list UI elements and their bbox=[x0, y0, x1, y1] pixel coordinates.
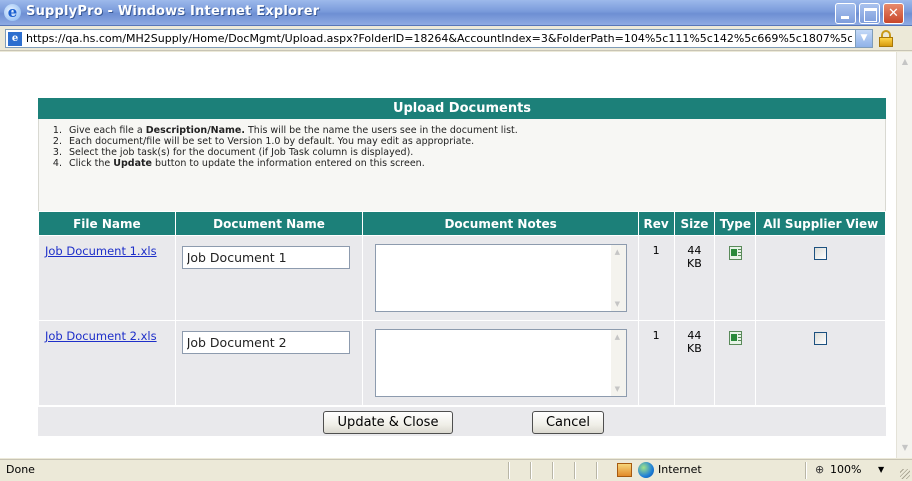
file-link[interactable]: Job Document 1.xls bbox=[45, 244, 157, 258]
all-supplier-view-checkbox[interactable] bbox=[814, 247, 828, 260]
size-cell: 44 KB bbox=[673, 235, 716, 321]
table-row: Job Document 2.xls ▲▼ 1 44 KB bbox=[38, 320, 886, 406]
document-notes-cell: ▲ ▼ bbox=[362, 235, 639, 321]
rev-cell: 1 bbox=[637, 235, 675, 321]
size-cell: 44 KB bbox=[673, 320, 716, 406]
window-title: SupplyPro - Windows Internet Explorer bbox=[26, 4, 320, 19]
button-bar: Update & Close Cancel bbox=[38, 406, 886, 436]
header-rev: Rev bbox=[637, 211, 675, 236]
internet-explorer-icon: e bbox=[4, 4, 21, 21]
notes-scrollbar[interactable]: ▲ ▼ bbox=[610, 330, 626, 396]
header-file-name: File Name bbox=[38, 211, 176, 236]
notes-scrollbar[interactable]: ▲ ▼ bbox=[610, 245, 626, 311]
address-url[interactable]: https://qa.hs.com/MH2Supply/Home/DocMgmt… bbox=[26, 32, 852, 45]
header-document-name: Document Name bbox=[174, 211, 364, 236]
scroll-up-icon[interactable]: ▲ bbox=[897, 54, 912, 70]
rev-cell: 1 bbox=[637, 320, 675, 406]
header-type: Type bbox=[714, 211, 757, 236]
protected-mode-icon[interactable] bbox=[617, 463, 632, 477]
all-supplier-view-checkbox[interactable] bbox=[814, 332, 828, 345]
table-header-row: File Name Document Name Document Notes R… bbox=[38, 211, 886, 236]
excel-file-icon bbox=[728, 246, 742, 260]
table-row: Job Document 1.xls ▲▼ 1 44 KB bbox=[38, 235, 886, 321]
address-field[interactable]: e https://qa.hs.com/MH2Supply/Home/DocMg… bbox=[5, 29, 873, 48]
cancel-button[interactable]: Cancel bbox=[532, 411, 604, 434]
scroll-down-icon[interactable]: ▼ bbox=[897, 440, 912, 456]
status-bar: Done Internet ⊕ 100% ▼ bbox=[0, 459, 912, 481]
document-name-cell bbox=[174, 235, 364, 321]
status-text: Done bbox=[6, 463, 35, 476]
file-name-cell: Job Document 1.xls bbox=[38, 235, 176, 321]
all-supplier-view-cell bbox=[755, 235, 886, 321]
resize-grip[interactable] bbox=[900, 469, 910, 479]
document-name-input[interactable] bbox=[181, 331, 350, 354]
zoom-icon[interactable]: ⊕ bbox=[815, 460, 824, 480]
header-document-notes: Document Notes bbox=[362, 211, 639, 236]
instruction-item: Select the job task(s) for the document … bbox=[65, 147, 885, 158]
header-size: Size bbox=[673, 211, 716, 236]
security-zone-label: Internet bbox=[658, 463, 702, 476]
instruction-item: Give each file a Description/Name. This … bbox=[65, 125, 885, 136]
internet-zone-icon bbox=[638, 462, 654, 478]
zoom-dropdown-icon[interactable]: ▼ bbox=[878, 460, 884, 480]
page-viewport: Upload Documents Give each file a Descri… bbox=[0, 52, 896, 458]
minimize-button[interactable] bbox=[835, 3, 856, 24]
instruction-item: Each document/file will be set to Versio… bbox=[65, 136, 885, 147]
maximize-button[interactable] bbox=[859, 3, 880, 24]
documents-table: File Name Document Name Document Notes R… bbox=[38, 211, 886, 406]
close-button[interactable]: ✕ bbox=[883, 3, 904, 24]
type-cell bbox=[714, 320, 757, 406]
excel-file-icon bbox=[728, 331, 742, 345]
file-name-cell: Job Document 2.xls bbox=[38, 320, 176, 406]
lock-icon[interactable] bbox=[878, 30, 894, 47]
address-bar: e https://qa.hs.com/MH2Supply/Home/DocMg… bbox=[0, 26, 912, 51]
update-close-button[interactable]: Update & Close bbox=[323, 411, 453, 434]
instruction-item: Click the Update button to update the in… bbox=[65, 158, 885, 169]
document-notes-textarea[interactable]: ▲ ▼ bbox=[374, 244, 627, 312]
document-notes-textarea[interactable]: ▲ ▼ bbox=[374, 329, 627, 397]
title-bar: e SupplyPro - Windows Internet Explorer … bbox=[0, 0, 912, 26]
header-all-supplier-view: All Supplier View bbox=[755, 211, 886, 236]
instructions: Give each file a Description/Name. This … bbox=[38, 119, 886, 211]
address-dropdown-button[interactable]: ▼ bbox=[855, 30, 872, 47]
type-cell bbox=[714, 235, 757, 321]
vertical-scrollbar[interactable]: ▲ ▼ bbox=[896, 52, 912, 458]
zoom-level[interactable]: 100% bbox=[830, 460, 861, 480]
file-link[interactable]: Job Document 2.xls bbox=[45, 329, 157, 343]
page-icon: e bbox=[8, 32, 22, 46]
document-name-input[interactable] bbox=[181, 246, 350, 269]
document-notes-cell: ▲ ▼ bbox=[362, 320, 639, 406]
document-name-cell bbox=[174, 320, 364, 406]
all-supplier-view-cell bbox=[755, 320, 886, 406]
panel-title: Upload Documents bbox=[38, 98, 886, 119]
upload-documents-panel: Upload Documents Give each file a Descri… bbox=[38, 98, 886, 458]
